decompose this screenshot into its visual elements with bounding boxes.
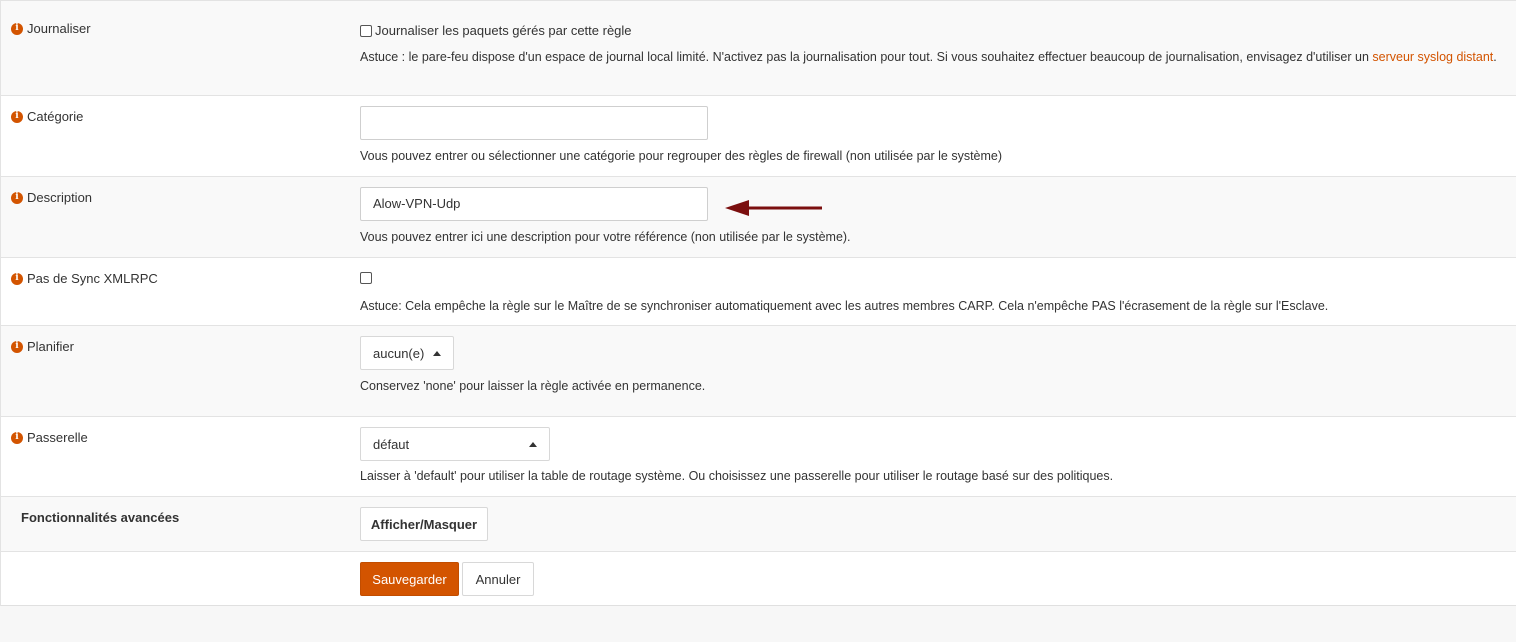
category-label: Catégorie bbox=[27, 109, 84, 124]
description-label-group: i Description bbox=[11, 190, 92, 205]
syslog-link[interactable]: serveur syslog distant bbox=[1372, 50, 1493, 64]
nosync-checkbox[interactable] bbox=[360, 272, 372, 284]
description-hint: Vous pouvez entrer ici une description p… bbox=[360, 230, 851, 244]
nosync-label-group: i Pas de Sync XMLRPC bbox=[11, 271, 158, 286]
cancel-button[interactable]: Annuler bbox=[462, 562, 534, 596]
row-description: i Description Alow-VPN-Udp Vous pouvez e… bbox=[1, 177, 1516, 258]
info-icon[interactable]: i bbox=[11, 22, 23, 35]
row-schedule: i Planifier aucun(e) Conservez 'none' po… bbox=[1, 326, 1516, 417]
save-button[interactable]: Sauvegarder bbox=[360, 562, 459, 596]
row-log: i Journaliser Journaliser les paquets gé… bbox=[1, 0, 1516, 96]
category-label-group: i Catégorie bbox=[11, 109, 83, 124]
nosync-hint: Astuce: Cela empêche la règle sur le Maî… bbox=[360, 299, 1329, 313]
gateway-label: Passerelle bbox=[27, 430, 88, 445]
log-hint-text: Astuce : le pare-feu dispose d'un espace… bbox=[360, 50, 1373, 64]
category-hint: Vous pouvez entrer ou sélectionner une c… bbox=[360, 149, 1003, 163]
info-icon[interactable]: i bbox=[11, 110, 23, 123]
schedule-label: Planifier bbox=[27, 339, 74, 354]
schedule-label-group: i Planifier bbox=[11, 339, 74, 354]
arrow-annotation-icon bbox=[725, 200, 822, 216]
gateway-selected: défaut bbox=[373, 436, 410, 452]
nosync-label: Pas de Sync XMLRPC bbox=[27, 271, 158, 286]
caret-up-icon bbox=[529, 441, 537, 447]
description-label: Description bbox=[27, 190, 93, 205]
info-icon[interactable]: i bbox=[11, 340, 23, 353]
log-hint-end: . bbox=[1493, 50, 1497, 64]
schedule-selected: aucun(e) bbox=[373, 345, 425, 361]
schedule-hint: Conservez 'none' pour laisser la règle a… bbox=[360, 379, 706, 393]
row-category: i Catégorie Vous pouvez entrer ou sélect… bbox=[1, 96, 1516, 177]
firewall-rule-form: i Journaliser Journaliser les paquets gé… bbox=[0, 0, 1516, 606]
description-input[interactable]: Alow-VPN-Udp bbox=[360, 187, 708, 221]
caret-up-icon bbox=[433, 350, 441, 356]
row-nosync: i Pas de Sync XMLRPC Astuce: Cela empêch… bbox=[1, 258, 1516, 326]
row-gateway: i Passerelle défaut Laisser à 'default' … bbox=[1, 417, 1516, 497]
log-checkbox-label: Journaliser les paquets gérés par cette … bbox=[375, 23, 632, 38]
row-advanced: Fonctionnalités avancées Afficher/Masque… bbox=[1, 497, 1516, 552]
log-checkbox-group: Journaliser les paquets gérés par cette … bbox=[360, 23, 632, 38]
advanced-label: Fonctionnalités avancées bbox=[21, 510, 180, 525]
gateway-select[interactable]: défaut bbox=[360, 427, 550, 461]
info-icon[interactable]: i bbox=[11, 431, 23, 444]
schedule-select[interactable]: aucun(e) bbox=[360, 336, 454, 370]
log-label-group: i Journaliser bbox=[11, 21, 91, 36]
info-icon[interactable]: i bbox=[11, 272, 23, 285]
category-input[interactable] bbox=[360, 106, 708, 140]
log-checkbox[interactable] bbox=[360, 24, 372, 37]
gateway-label-group: i Passerelle bbox=[11, 430, 88, 445]
log-label: Journaliser bbox=[27, 21, 91, 36]
log-hint: Astuce : le pare-feu dispose d'un espace… bbox=[360, 47, 1510, 67]
info-icon[interactable]: i bbox=[11, 191, 23, 204]
row-actions: Sauvegarder Annuler bbox=[1, 552, 1516, 606]
gateway-hint: Laisser à 'default' pour utiliser la tab… bbox=[360, 469, 1114, 483]
show-hide-button[interactable]: Afficher/Masquer bbox=[360, 507, 488, 541]
